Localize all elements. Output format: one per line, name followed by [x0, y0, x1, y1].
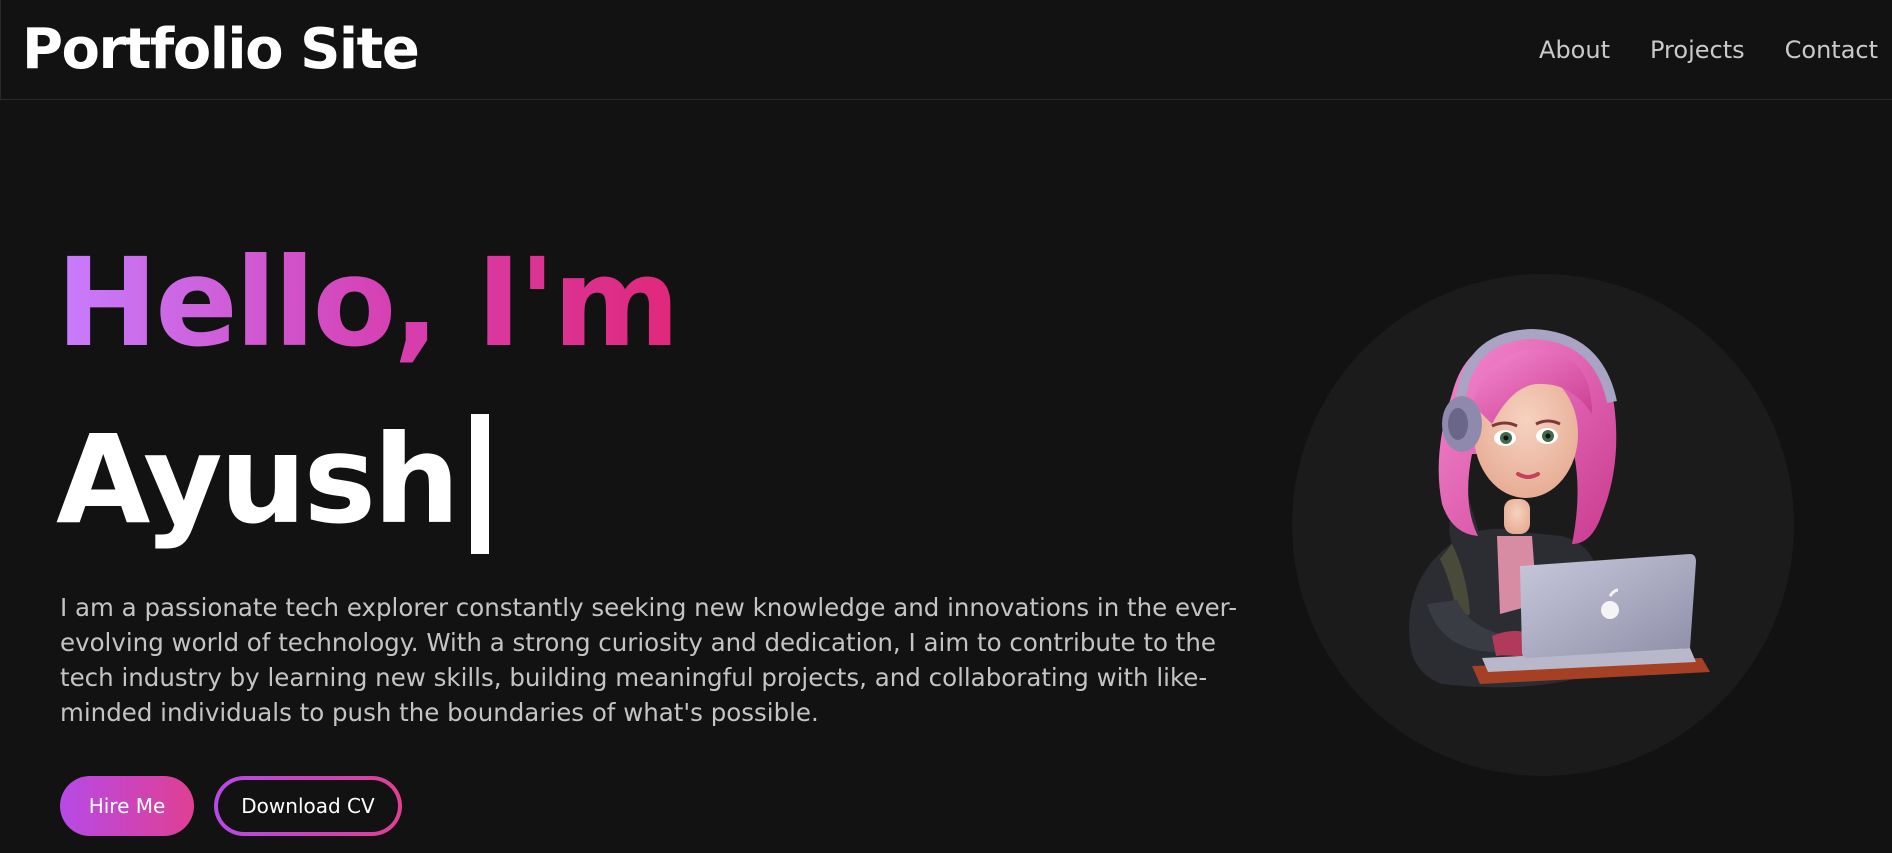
hire-me-button[interactable]: Hire Me — [60, 776, 194, 836]
hero-name: Ayush — [56, 409, 460, 551]
download-cv-button[interactable]: Download CV — [214, 776, 402, 836]
nav-link-about[interactable]: About — [1539, 30, 1610, 70]
nav-link-contact[interactable]: Contact — [1785, 30, 1878, 70]
hero-greeting: Hello, I'm — [56, 228, 680, 378]
typing-cursor — [470, 414, 489, 554]
hero-name-line: Ayush — [56, 405, 489, 555]
site-header: Portfolio Site About Projects Contact — [0, 0, 1892, 100]
download-cv-label: Download CV — [218, 780, 398, 832]
avatar-illustration — [1409, 328, 1710, 688]
nav-link-projects[interactable]: Projects — [1650, 30, 1745, 70]
site-logo[interactable]: Portfolio Site — [22, 14, 420, 86]
main-nav: About Projects Contact — [1539, 30, 1878, 70]
hero-bio: I am a passionate tech explorer constant… — [60, 593, 1238, 727]
